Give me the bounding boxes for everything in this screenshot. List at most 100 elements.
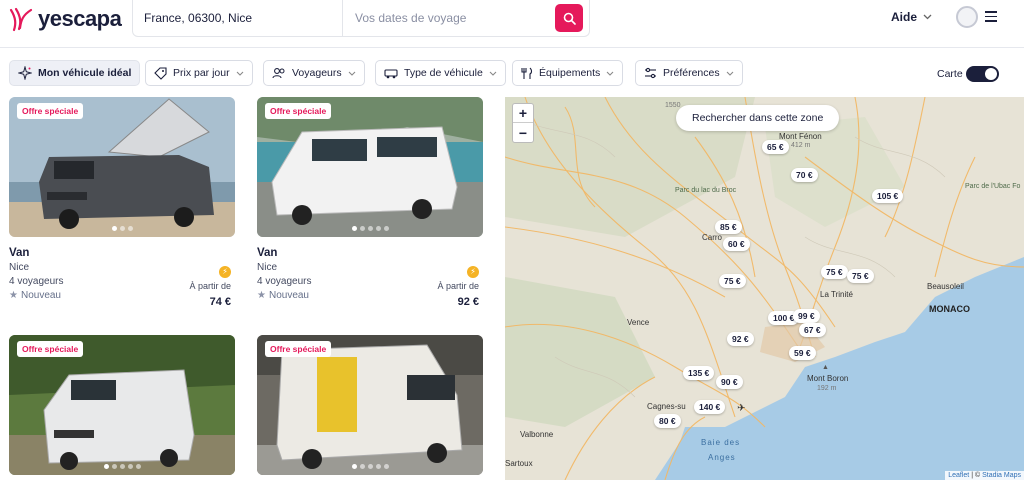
listing-photo[interactable]: Offre spéciale (257, 97, 483, 237)
new-label: Nouveau (20, 290, 61, 301)
map-label: Valbonne (520, 430, 554, 439)
special-offer-badge: Offre spéciale (17, 103, 84, 119)
vehicle-type-filter-label: Type de véhicule (404, 67, 483, 79)
map-label: Baie des (701, 438, 741, 447)
map-view[interactable]: + − Rechercher dans cette zone 1550 Mont… (505, 97, 1024, 480)
location-input[interactable]: France, 06300, Nice (133, 0, 343, 36)
price-pin[interactable]: 80 € (654, 414, 681, 428)
price-block: ⚡ À partir de 92 € (437, 261, 479, 308)
listing-price: 92 € (457, 295, 479, 308)
listing-photo[interactable]: Offre spéciale (9, 335, 235, 475)
brand-name: yescapa (38, 6, 122, 31)
zoom-out-button[interactable]: − (513, 123, 533, 142)
listing-photo[interactable]: Offre spéciale (9, 97, 235, 237)
price-block: ⚡ À partir de 74 € (189, 261, 231, 308)
top-bar: yescapa France, 06300, Nice Vos dates de… (0, 0, 1024, 48)
listing-card[interactable]: Offre spéciale Van Nice 4 voyageurs ★ No… (9, 97, 235, 308)
map-toggle-label: Carte (937, 68, 963, 80)
listing-title: Van (257, 247, 278, 259)
star-icon: ★ (257, 290, 266, 301)
chevron-down-icon (489, 71, 497, 76)
map-label: Mont Fénon (779, 132, 822, 141)
listing-card[interactable]: Offre spéciale (9, 335, 235, 475)
vehicle-type-filter[interactable]: Type de véhicule (375, 60, 506, 86)
hamburger-menu-icon[interactable] (985, 11, 997, 25)
zoom-in-button[interactable]: + (513, 104, 533, 123)
map-label: Parc du lac du Broc (675, 187, 737, 194)
help-menu[interactable]: Aide (891, 10, 932, 24)
chevron-down-icon (348, 71, 356, 76)
star-icon: ★ (9, 290, 18, 301)
avatar[interactable] (956, 6, 978, 28)
attribution-separator: | © (969, 472, 983, 479)
chevron-down-icon (236, 71, 243, 76)
price-pin[interactable]: 70 € (791, 168, 818, 182)
chevron-down-icon (726, 71, 734, 76)
map-label: Anges (708, 453, 736, 462)
preferences-filter[interactable]: Préférences (635, 60, 743, 86)
listing-price: 74 € (209, 295, 231, 308)
new-label: Nouveau (268, 290, 309, 301)
equipment-icon (521, 67, 533, 79)
map-label: Mont Boron (807, 374, 849, 383)
price-pin[interactable]: 75 € (847, 269, 874, 283)
photo-carousel-dots[interactable] (9, 464, 235, 469)
summit-icon: ▲ (822, 364, 829, 371)
special-offer-badge: Offre spéciale (265, 103, 332, 119)
price-pin[interactable]: 65 € (762, 140, 789, 154)
map-label: Cagnes-su (647, 402, 686, 411)
chevron-down-icon (606, 71, 614, 76)
listing-card[interactable]: Offre spéciale Van Nice 4 voyageurs ★ No… (257, 97, 483, 308)
price-pin[interactable]: 140 € (694, 400, 726, 414)
map-label: Parc de l'Ubac Fo (965, 183, 1021, 190)
price-pin[interactable]: 105 € (872, 189, 904, 203)
price-pin[interactable]: 99 € (793, 309, 820, 323)
map-label: Beausoleil (927, 282, 964, 291)
map-label: Vence (627, 318, 650, 327)
yescapa-logo-icon (9, 7, 33, 32)
photo-carousel-dots[interactable] (257, 464, 483, 469)
price-pin[interactable]: 135 € (683, 366, 715, 380)
price-pin[interactable]: 92 € (727, 332, 754, 346)
price-pin[interactable]: 60 € (723, 237, 750, 251)
from-label: À partir de (189, 280, 231, 291)
sparkle-icon (18, 66, 32, 80)
map-label: La Trinité (820, 290, 853, 299)
price-pin[interactable]: 67 € (799, 323, 826, 337)
price-pin[interactable]: 85 € (715, 220, 742, 234)
ideal-vehicle-label: Mon véhicule idéal (38, 67, 132, 79)
price-filter[interactable]: Prix par jour (145, 60, 253, 86)
van-icon (384, 68, 398, 78)
travelers-filter-label: Voyageurs (292, 67, 342, 79)
map-toggle[interactable] (966, 66, 999, 82)
map-label: MONACO (929, 304, 970, 314)
listing-card[interactable]: Offre spéciale (257, 335, 483, 475)
map-label: Sartoux (505, 459, 533, 468)
ideal-vehicle-filter[interactable]: Mon véhicule idéal (9, 60, 141, 86)
photo-carousel-dots[interactable] (9, 226, 235, 231)
listing-photo[interactable]: Offre spéciale (257, 335, 483, 475)
brand-logo[interactable]: yescapa (8, 6, 122, 32)
equipment-filter[interactable]: Équipements (512, 60, 624, 86)
price-pin[interactable]: 90 € (716, 375, 743, 389)
leaflet-link[interactable]: Leaflet (948, 472, 969, 479)
map-label: 192 m (817, 385, 837, 392)
special-offer-badge: Offre spéciale (17, 341, 84, 357)
price-pin[interactable]: 75 € (719, 274, 746, 288)
travelers-filter[interactable]: Voyageurs (263, 60, 365, 86)
listing-title: Van (9, 247, 30, 259)
map-attribution: Leaflet | © Stadia Maps (945, 471, 1024, 480)
dates-input[interactable]: Vos dates de voyage (343, 11, 555, 25)
instant-booking-icon: ⚡ (467, 265, 479, 278)
preferences-filter-label: Préférences (663, 67, 720, 79)
from-label: À partir de (437, 280, 479, 291)
price-pin[interactable]: 59 € (789, 346, 816, 360)
search-button[interactable] (555, 4, 583, 32)
sliders-icon (645, 67, 656, 79)
photo-carousel-dots[interactable] (257, 226, 483, 231)
stadia-maps-link[interactable]: Stadia Maps (982, 472, 1021, 479)
search-icon (563, 12, 576, 25)
price-pin[interactable]: 75 € (821, 265, 848, 279)
price-filter-label: Prix par jour (173, 67, 230, 79)
search-this-area-button[interactable]: Rechercher dans cette zone (676, 105, 840, 131)
